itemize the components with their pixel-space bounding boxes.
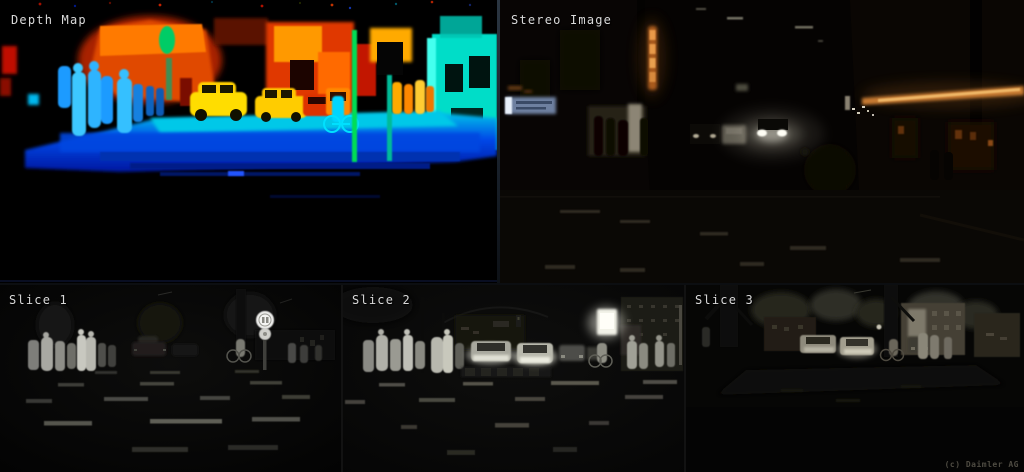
panel-stereo-image: Stereo Image [500,0,1024,283]
slice2-crosswalk [461,367,551,377]
stereo-image [500,0,1024,283]
slice-2-image [343,285,684,472]
panel-slice-1: Slice 1 [0,285,341,472]
top-row: Depth Map Stereo Image [0,0,1024,283]
slice-1-image [0,285,341,472]
slice3-road [686,365,1024,472]
panel-depth-map: Depth Map [0,0,497,283]
panel-stereo-image-label: Stereo Image [511,13,613,27]
slice1-right-figures [288,343,322,363]
stereo-road [500,190,1024,283]
panel-slice-2: Slice 2 [343,285,684,472]
panel-slice-2-label: Slice 2 [352,293,411,307]
bottom-row: Slice 1 Slice 2 Slice 3 [0,285,1024,472]
depth-bottom-edge-line [0,280,497,282]
slice-3-image [686,285,1024,472]
slice2-bright-sign [588,307,624,339]
stereo-bus-shelter-sign [505,97,556,114]
visualization-canvas: Depth Map Stereo Image Slice 1 Slice 2 S… [0,0,1024,472]
stereo-neon-sign-vertical [638,18,666,98]
copyright-text: (c) Daimler AG [944,460,1019,469]
depth-map-image [0,0,497,283]
panel-depth-map-label: Depth Map [11,13,87,27]
panel-slice-1-label: Slice 1 [9,293,68,307]
panel-slice-3: Slice 3 [686,285,1024,472]
panel-slice-3-label: Slice 3 [695,293,754,307]
